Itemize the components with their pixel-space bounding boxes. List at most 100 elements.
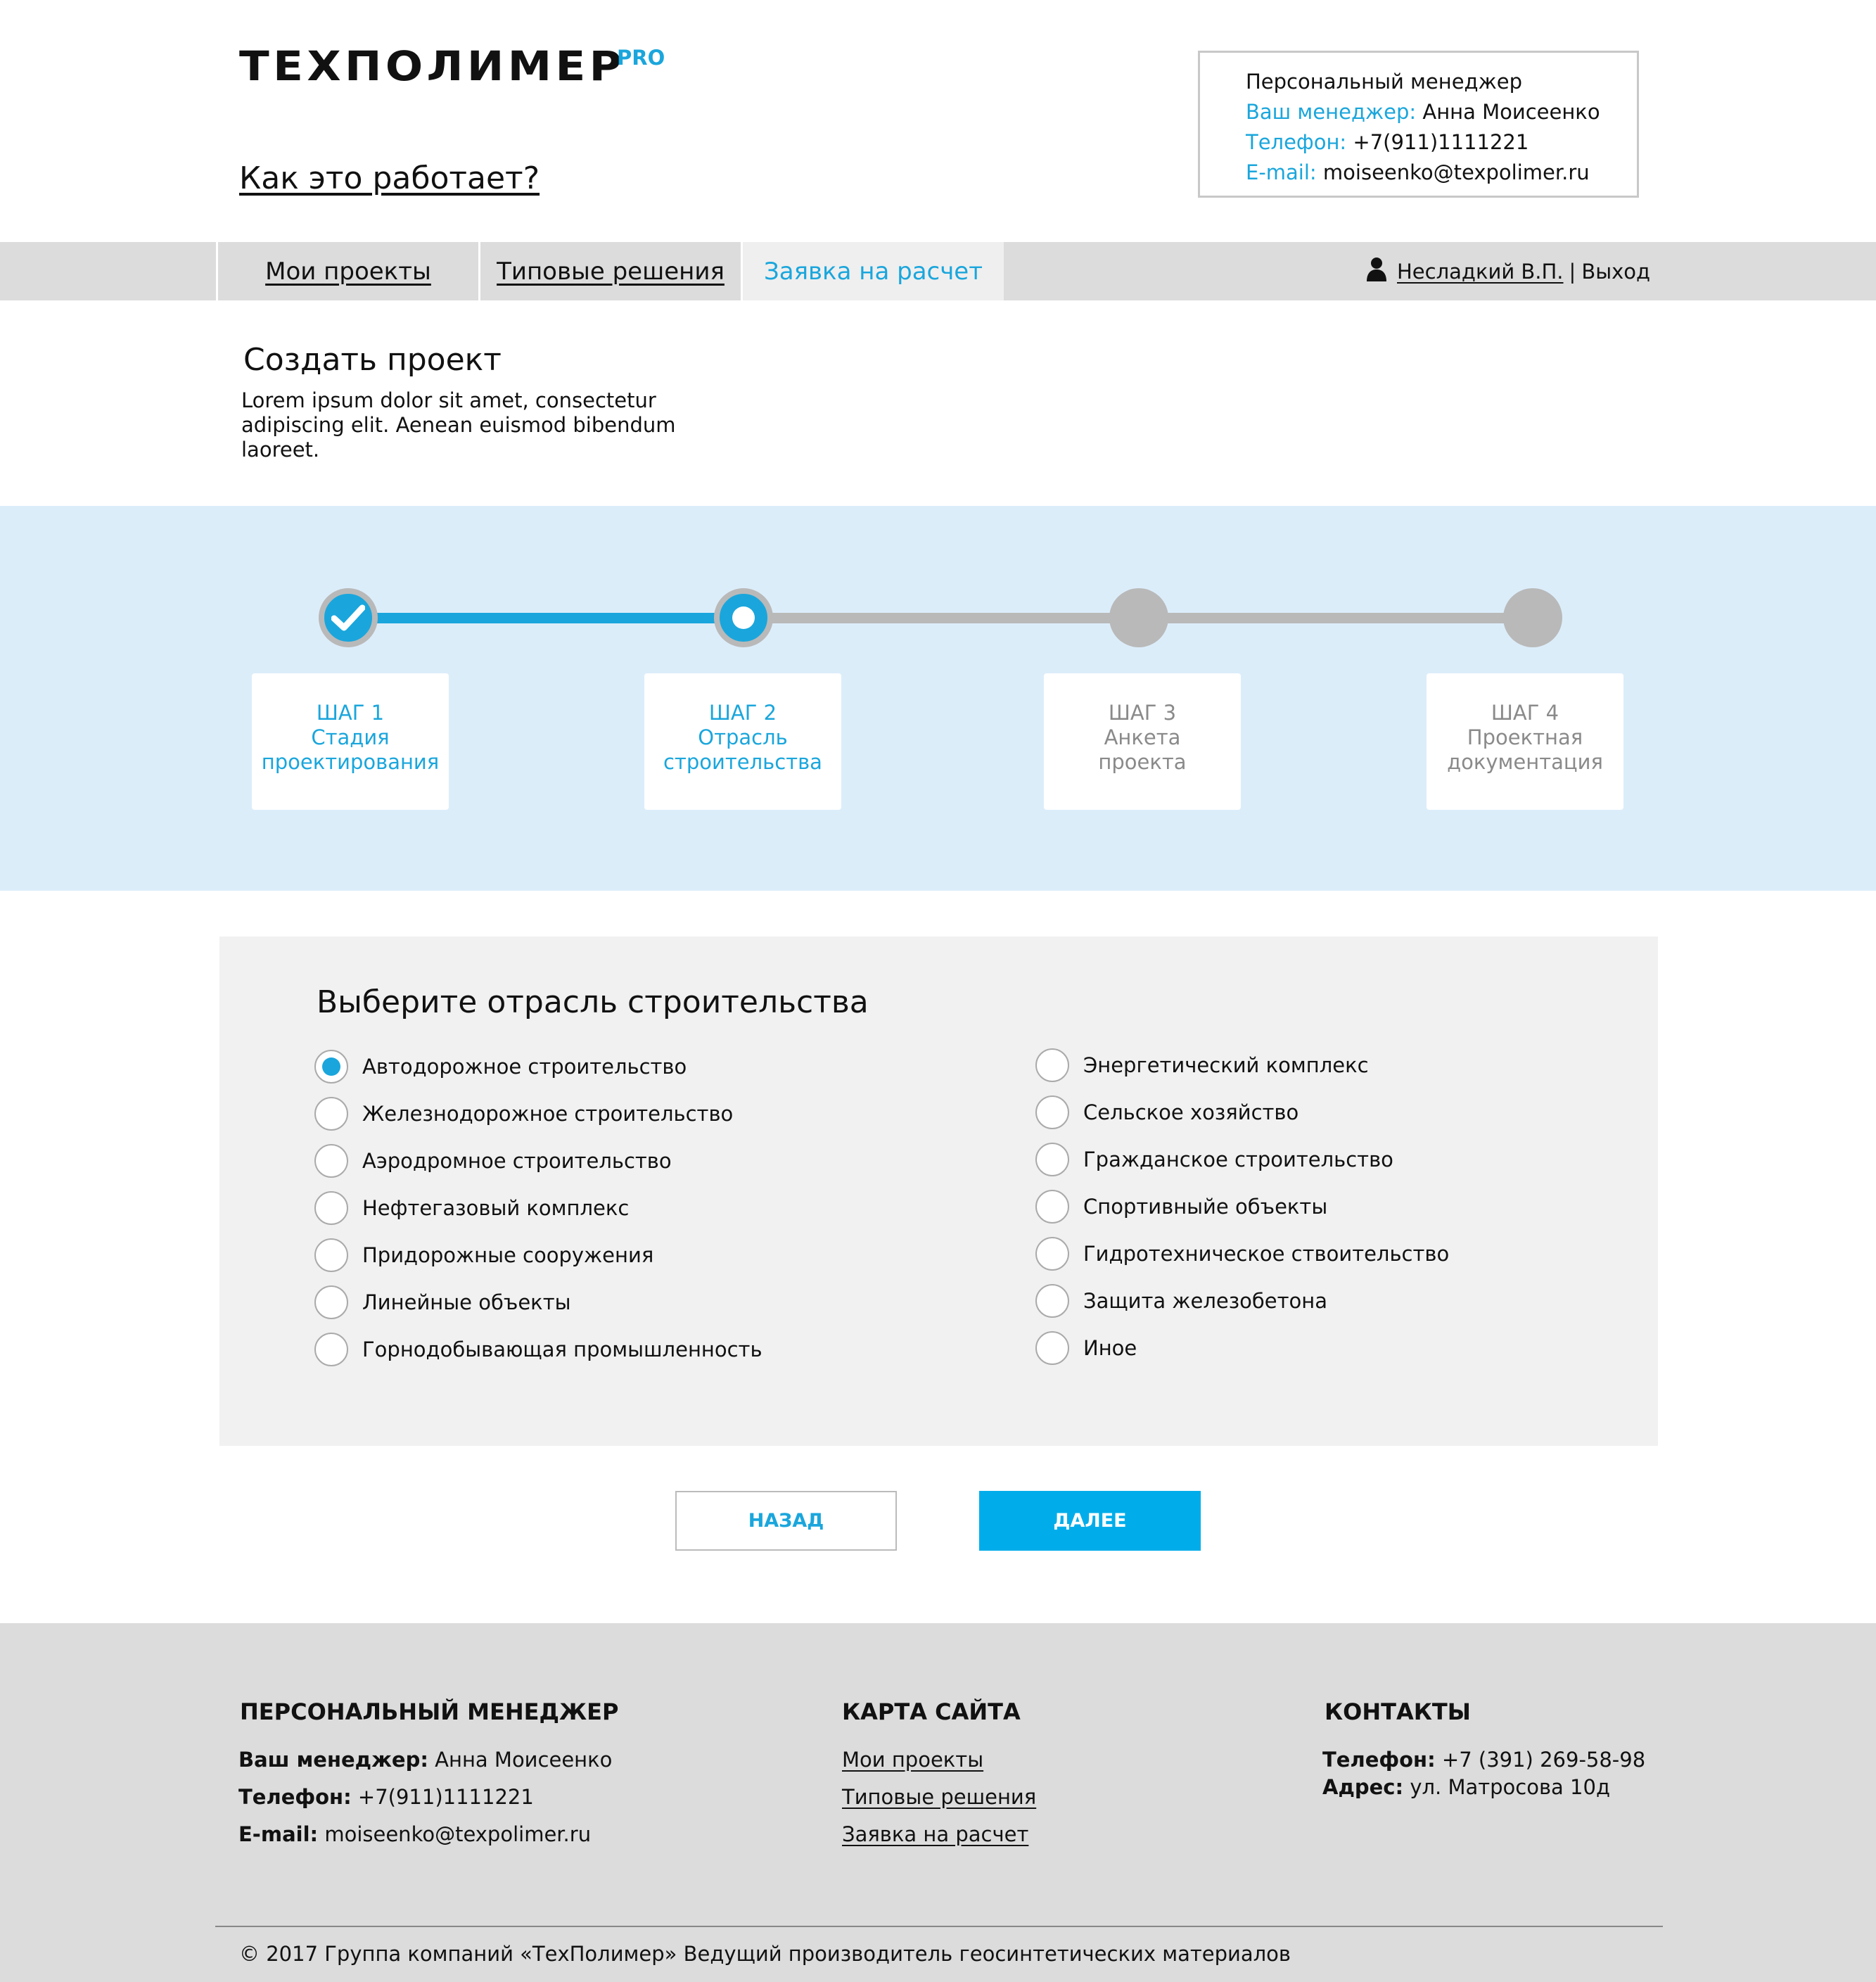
step-label: проекта (1098, 749, 1187, 774)
radio-button[interactable] (1035, 1095, 1069, 1129)
option-label: Гражданское строительство (1083, 1148, 1393, 1171)
logout-link[interactable]: Выход (1581, 260, 1650, 284)
user-name-link[interactable]: Несладкий В.П. (1397, 260, 1564, 284)
footer-email-row: E-mail: moiseenko@texpolimer.ru (238, 1820, 591, 1848)
radio-button[interactable] (1035, 1190, 1069, 1224)
phone-label: Телефон: (1246, 130, 1347, 154)
step-card-2[interactable]: ШАГ 2 Отрасль строительства (644, 673, 841, 810)
step-number: ШАГ 4 (1491, 700, 1559, 725)
logo-suffix: PRO (617, 46, 665, 70)
footer-manager-label: Ваш менеджер: (238, 1748, 428, 1772)
radio-selected[interactable] (314, 1050, 348, 1084)
footer-divider (215, 1926, 1663, 1927)
step-label: Стадия (311, 725, 390, 749)
step-label: строительства (663, 749, 822, 774)
logo[interactable]: ТЕХПОЛИМЕР (239, 44, 625, 89)
step-label: проектирования (261, 749, 440, 774)
industry-option[interactable]: Сельское хозяйство (1035, 1095, 1298, 1129)
user-area: Несладкий В.П. | Выход (1366, 242, 1650, 300)
footer-email-value: moiseenko@texpolimer.ru (324, 1822, 592, 1846)
manager-name: Анна Моисеенко (1422, 100, 1600, 124)
page-description: Lorem ipsum dolor sit amet, consectetur … (241, 388, 676, 462)
option-label: Линейные объекты (362, 1290, 571, 1314)
form-title: Выберите отрасль строительства (317, 984, 869, 1020)
tab-my-projects[interactable]: Мои проекты (218, 242, 478, 300)
step-number: ШАГ 2 (708, 700, 777, 725)
step-card-1[interactable]: ШАГ 1 Стадия проектирования (252, 673, 449, 810)
footer-contact-phone: +7 (391) 269-58-98 (1441, 1748, 1646, 1772)
footer-phone-label: Телефон: (238, 1785, 352, 1809)
tab-typical-solutions[interactable]: Типовые решения (480, 242, 741, 300)
industry-option[interactable]: Гражданское строительство (1035, 1143, 1393, 1176)
industry-option[interactable]: Линейные объекты (314, 1285, 571, 1319)
user-separator: | (1569, 259, 1576, 284)
footer-address: ул. Матросова 10д (1410, 1775, 1611, 1799)
radio-button[interactable] (1035, 1331, 1069, 1365)
footer-manager-heading: ПЕРСОНАЛЬНЫЙ МЕНЕДЖЕР (240, 1698, 619, 1725)
option-label: Гидротехническое ствоительство (1083, 1242, 1450, 1266)
footer-contact-phone-row: Телефон: +7 (391) 269-58-98 (1322, 1746, 1645, 1774)
option-label: Аэродромное строительство (362, 1149, 672, 1173)
industry-option[interactable]: Аэродромное строительство (314, 1144, 672, 1178)
progress-stepper: ШАГ 1 Стадия проектирования ШАГ 2 Отрасл… (0, 506, 1876, 891)
manager-row: Ваш менеджер: Анна Моисеенко (1246, 97, 1637, 127)
option-label: Придорожные сооружения (362, 1243, 654, 1267)
radio-button[interactable] (314, 1333, 348, 1366)
manager-info-box: Персональный менеджер Ваш менеджер: Анна… (1198, 51, 1639, 198)
radio-button[interactable] (1035, 1143, 1069, 1176)
industry-form: Выберите отрасль строительства Автодорож… (219, 936, 1658, 1446)
step-2-current-icon (714, 588, 773, 647)
industry-option[interactable]: Железнодорожное строительство (314, 1097, 733, 1131)
option-label: Защита железобетона (1083, 1289, 1328, 1313)
option-label: Железнодорожное строительство (362, 1102, 734, 1126)
manager-label: Ваш менеджер: (1246, 100, 1417, 124)
email-row: E-mail: moiseenko@texpolimer.ru (1246, 158, 1637, 188)
footer-link-typical-solutions[interactable]: Типовые решения (842, 1783, 1036, 1811)
radio-button[interactable] (314, 1097, 348, 1131)
radio-button[interactable] (1035, 1284, 1069, 1318)
step-label: Анкета (1104, 725, 1181, 749)
footer-address-row: Адрес: ул. Матросова 10д (1322, 1773, 1610, 1801)
next-button[interactable]: ДАЛЕЕ (979, 1491, 1201, 1551)
option-label: Энергетический комплекс (1083, 1053, 1369, 1077)
industry-option[interactable]: Иное (1035, 1331, 1137, 1365)
copyright: © 2017 Группа компаний «ТехПолимер» Веду… (239, 1942, 1291, 1966)
option-label: Сельское хозяйство (1083, 1100, 1299, 1124)
footer-link-calculation-request[interactable]: Заявка на расчет (842, 1820, 1028, 1848)
radio-button[interactable] (314, 1191, 348, 1225)
footer-address-label: Адрес: (1322, 1775, 1404, 1799)
footer-link-my-projects[interactable]: Мои проекты (842, 1746, 983, 1774)
manager-box-title: Персональный менеджер (1246, 70, 1522, 94)
radio-button[interactable] (314, 1144, 348, 1178)
footer-contact-phone-label: Телефон: (1322, 1748, 1436, 1772)
industry-option[interactable]: Автодорожное строительство (314, 1050, 687, 1084)
industry-option[interactable]: Гидротехническое ствоительство (1035, 1237, 1449, 1271)
radio-button[interactable] (1035, 1237, 1069, 1271)
step-number: ШАГ 3 (1108, 700, 1177, 725)
option-label: Иное (1083, 1336, 1137, 1360)
radio-button[interactable] (1035, 1048, 1069, 1082)
step-1-check-icon (319, 588, 378, 647)
industry-option[interactable]: Придорожные сооружения (314, 1238, 653, 1272)
step-card-4[interactable]: ШАГ 4 Проектная документация (1427, 673, 1623, 810)
tab-calculation-request[interactable]: Заявка на расчет (743, 242, 1004, 300)
footer-phone-row: Телефон: +7(911)1111221 (238, 1783, 534, 1811)
email-label: E-mail: (1246, 160, 1317, 184)
industry-option[interactable]: Спортивныйе объекты (1035, 1190, 1327, 1224)
footer-manager-name: Анна Моисеенко (435, 1748, 613, 1772)
industry-option[interactable]: Энергетический комплекс (1035, 1048, 1369, 1082)
user-icon (1366, 256, 1387, 286)
back-button[interactable]: НАЗАД (675, 1491, 897, 1551)
how-it-works-link[interactable]: Как это работает? (239, 158, 540, 200)
option-label: Спортивныйе объекты (1083, 1195, 1328, 1219)
option-label: Нефтегазовый комплекс (362, 1196, 630, 1220)
industry-option[interactable]: Горнодобывающая промышленность (314, 1333, 762, 1366)
radio-button[interactable] (314, 1238, 348, 1272)
radio-button[interactable] (314, 1285, 348, 1319)
industry-option[interactable]: Нефтегазовый комплекс (314, 1191, 629, 1225)
step-card-3[interactable]: ШАГ 3 Анкета проекта (1044, 673, 1241, 810)
industry-option[interactable]: Защита железобетона (1035, 1284, 1327, 1318)
option-label: Автодорожное строительство (362, 1055, 687, 1079)
step-label: Отрасль (698, 725, 788, 749)
footer: ПЕРСОНАЛЬНЫЙ МЕНЕДЖЕР Ваш менеджер: Анна… (0, 1623, 1876, 1982)
